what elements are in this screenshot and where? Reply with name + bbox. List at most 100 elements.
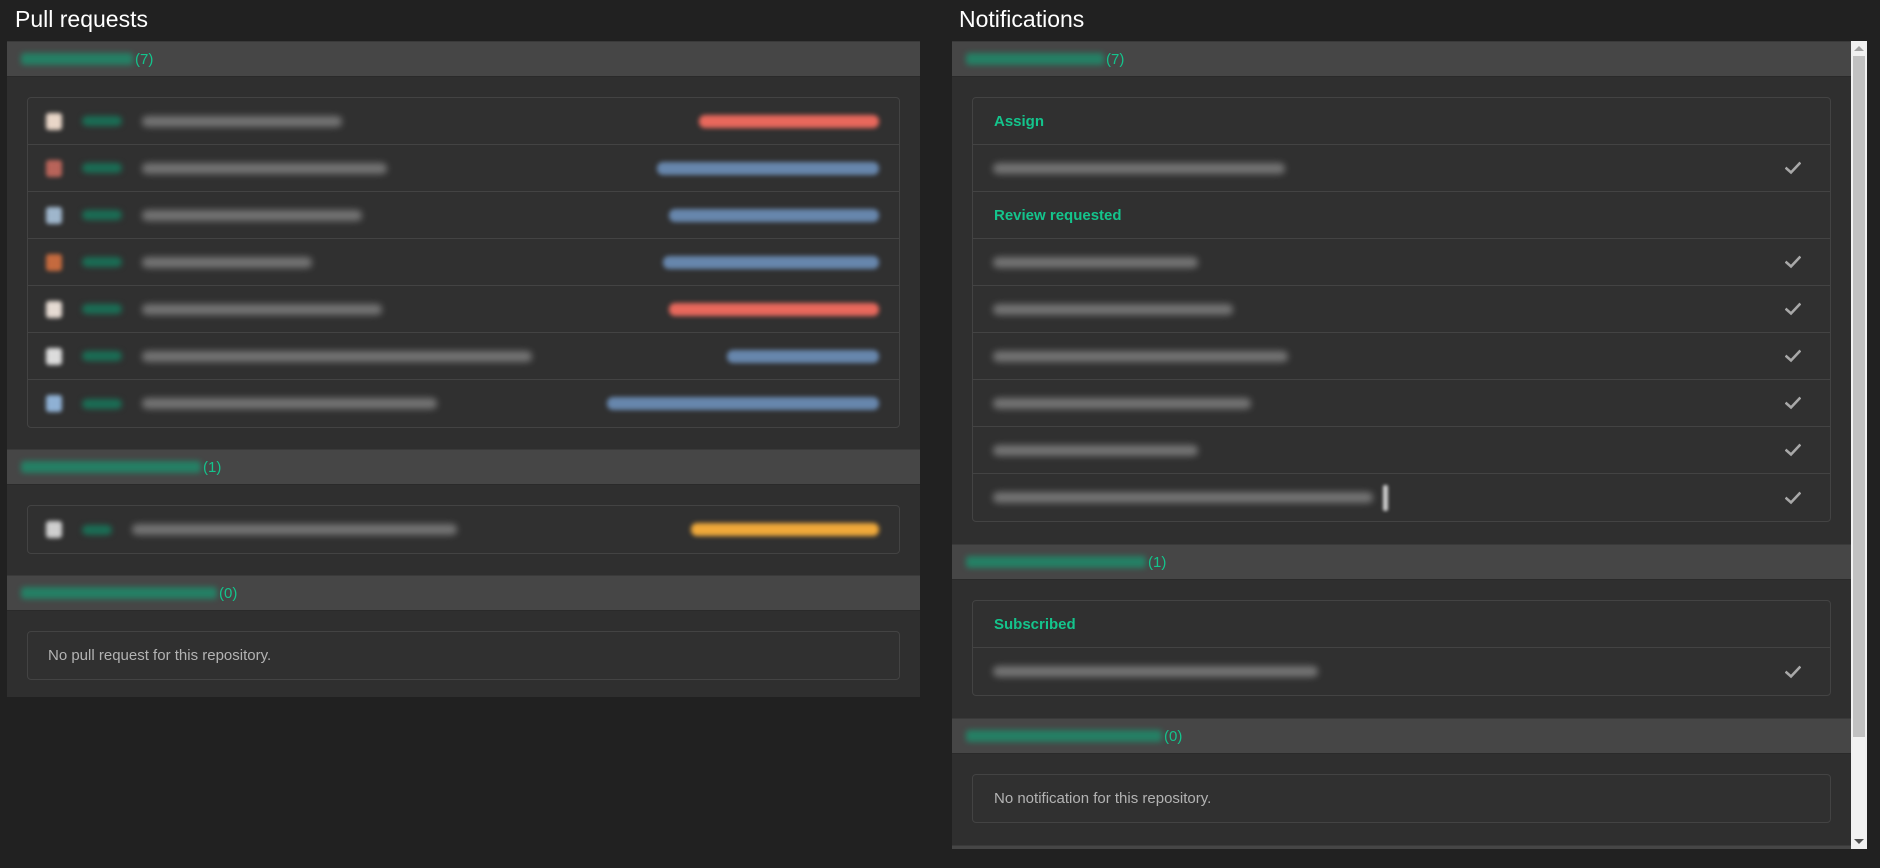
pr-group-repo-link[interactable] (21, 587, 217, 599)
pr-label-badge (669, 302, 879, 316)
pr-row[interactable] (28, 380, 899, 427)
notif-row[interactable] (973, 239, 1830, 286)
author-avatar (46, 395, 62, 412)
pr-title-link[interactable] (142, 350, 532, 362)
pr-number-link[interactable] (82, 257, 122, 267)
notif-group-header: (0) (952, 718, 1851, 754)
pr-title-link[interactable] (142, 115, 342, 127)
pr-group-body (7, 77, 920, 449)
pr-group-header: (7) (7, 41, 920, 77)
check-icon[interactable] (1784, 491, 1802, 505)
notif-section-title: Review requested (973, 192, 1830, 239)
check-icon[interactable] (1784, 665, 1802, 679)
pr-group-count: (0) (219, 584, 238, 602)
pr-number-link[interactable] (82, 524, 112, 535)
pr-row[interactable] (28, 506, 899, 553)
pr-label-badge (657, 161, 879, 175)
notif-title-link[interactable] (993, 162, 1285, 174)
notif-empty-card: No notification for this repository. (972, 774, 1831, 823)
notif-title-link[interactable] (993, 492, 1373, 503)
pr-group-count: (7) (135, 50, 154, 68)
pr-number-link[interactable] (82, 304, 122, 314)
check-icon[interactable] (1784, 161, 1802, 175)
pr-row[interactable] (28, 333, 899, 380)
notif-row[interactable] (973, 333, 1830, 380)
notif-row[interactable] (973, 380, 1830, 427)
author-avatar (46, 253, 62, 271)
scroll-up-arrow-icon[interactable] (1851, 41, 1867, 56)
pr-row[interactable] (28, 286, 899, 333)
pr-title-link[interactable] (132, 524, 457, 535)
pr-group-header: (1) (7, 449, 920, 485)
author-avatar (46, 159, 62, 177)
pr-group-header: (0) (7, 575, 920, 611)
pr-empty-message: No pull request for this repository. (48, 647, 272, 664)
pr-number-link[interactable] (82, 351, 122, 361)
notif-group-body: Subscribed (952, 580, 1851, 718)
pr-list (27, 97, 900, 428)
notif-title-link[interactable] (993, 397, 1251, 409)
check-icon[interactable] (1784, 396, 1802, 410)
pr-title-link[interactable] (142, 209, 362, 221)
pr-row[interactable] (28, 192, 899, 239)
check-icon[interactable] (1784, 443, 1802, 457)
pr-number-link[interactable] (82, 398, 122, 409)
notif-group-body: Assign Review requested (952, 77, 1851, 544)
notif-section-title: Assign (973, 98, 1830, 145)
notif-section-title: Subscribed (973, 601, 1830, 648)
pull-requests-panel: (7) (1) (0) No pull request for this rep… (7, 41, 920, 697)
pr-group-repo-link[interactable] (21, 53, 133, 65)
pr-number-link[interactable] (82, 163, 122, 173)
check-icon[interactable] (1784, 349, 1802, 363)
notif-row[interactable] (973, 427, 1830, 474)
pull-requests-column: Pull requests (7) (1) (0) No pull reques… (7, 0, 920, 697)
notif-row[interactable] (973, 474, 1830, 521)
notif-group-count: (1) (1148, 553, 1167, 571)
notif-list: Assign Review requested (972, 97, 1831, 522)
pr-group-body (7, 485, 920, 575)
author-avatar (46, 112, 62, 130)
pr-number-link[interactable] (82, 210, 122, 220)
pr-title-link[interactable] (142, 256, 312, 268)
notif-group-repo-link[interactable] (966, 556, 1146, 568)
pr-title-link[interactable] (142, 162, 387, 174)
scroll-down-arrow-icon[interactable] (1851, 834, 1867, 849)
notif-title-link[interactable] (993, 350, 1288, 362)
pr-label-badge (691, 523, 879, 536)
pr-label-badge (699, 114, 879, 128)
pr-label-badge (607, 397, 879, 410)
notif-group-repo-link[interactable] (966, 53, 1104, 65)
check-icon[interactable] (1784, 302, 1802, 316)
pr-label-badge (727, 349, 879, 363)
pr-group-repo-link[interactable] (21, 461, 201, 473)
pr-number-link[interactable] (82, 116, 122, 126)
notif-row[interactable] (973, 286, 1830, 333)
notif-row[interactable] (973, 648, 1830, 695)
author-avatar (46, 300, 62, 318)
notif-empty-message: No notification for this repository. (994, 790, 1212, 807)
notif-title-link[interactable] (993, 666, 1318, 677)
pr-row[interactable] (28, 239, 899, 286)
pr-group-body: No pull request for this repository. (7, 611, 920, 701)
author-avatar (46, 206, 62, 224)
notif-row[interactable] (973, 145, 1830, 192)
pr-title-link[interactable] (142, 398, 437, 409)
pr-list (27, 505, 900, 554)
scrollbar-thumb[interactable] (1853, 56, 1865, 737)
notif-group-repo-link[interactable] (966, 730, 1162, 742)
pr-title-link[interactable] (142, 303, 382, 315)
pr-group-count: (1) (203, 458, 222, 476)
notif-group-header: (1) (952, 544, 1851, 580)
notifications-panel: (7) Assign Review requested (1) Subscribe… (952, 41, 1851, 849)
notif-next-group-header (952, 845, 1851, 849)
notif-group-header: (7) (952, 41, 1851, 77)
notif-list: Subscribed (972, 600, 1831, 696)
notif-title-link[interactable] (993, 303, 1233, 315)
pr-row[interactable] (28, 145, 899, 192)
notifications-scrollbar[interactable] (1851, 41, 1867, 849)
notif-title-link[interactable] (993, 444, 1198, 456)
notif-group-count: (7) (1106, 50, 1125, 68)
pr-row[interactable] (28, 98, 899, 145)
notif-title-link[interactable] (993, 256, 1198, 268)
check-icon[interactable] (1784, 255, 1802, 269)
